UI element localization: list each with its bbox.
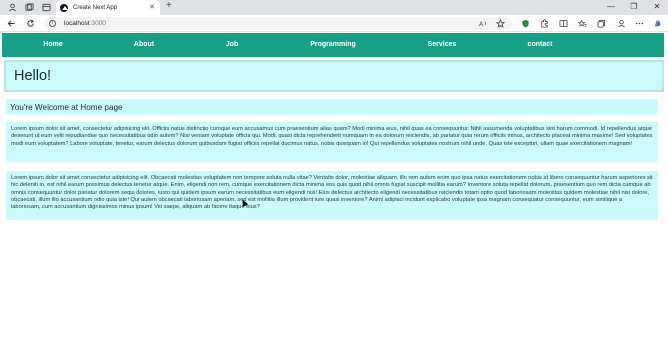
favorites-bar-icon[interactable] (577, 18, 588, 29)
copilot-icon[interactable] (652, 18, 663, 29)
paragraph-1: Lorem ipsum dolor sit amet, consectetur … (11, 126, 653, 147)
workspaces-icon[interactable] (24, 2, 35, 13)
url-field[interactable]: i localhost:3000 (44, 17, 512, 30)
back-arrow-icon[interactable] (6, 18, 17, 29)
refresh-icon[interactable] (25, 18, 36, 29)
extensions-icon[interactable] (539, 18, 550, 29)
tab-close-icon[interactable]: ✕ (149, 4, 155, 11)
more-options-icon[interactable] (634, 18, 645, 29)
tab-actions-icon[interactable] (41, 2, 52, 13)
browser-tab[interactable]: Create Next App ✕ (56, 0, 160, 15)
split-screen-icon[interactable] (558, 18, 569, 29)
tab-title: Create Next App (73, 4, 118, 11)
nav-link-services[interactable]: Services (428, 33, 457, 57)
window-close-button[interactable]: ✕ (650, 1, 664, 13)
url-host: localhost (64, 20, 90, 27)
page-viewport: Home About Job Programming Services cont… (0, 33, 668, 360)
nav-link-programming[interactable]: Programming (310, 33, 356, 57)
extension-shield-icon[interactable] (520, 18, 531, 29)
favorite-star-icon[interactable] (495, 18, 506, 29)
svg-text:A: A (479, 21, 484, 28)
address-bar-row: i localhost:3000 A (0, 15, 668, 32)
url-port: :3000 (89, 20, 106, 27)
new-tab-button[interactable]: + (166, 1, 172, 11)
nav-link-job[interactable]: Job (226, 33, 238, 57)
site-info-icon[interactable]: i (49, 20, 56, 27)
collections-icon[interactable] (596, 18, 607, 29)
site-navbar: Home About Job Programming Services cont… (2, 33, 664, 57)
window-minimize-button[interactable]: — (604, 1, 618, 13)
nav-link-contact[interactable]: contact (528, 33, 553, 57)
url-text: localhost:3000 (64, 20, 106, 27)
nav-link-home[interactable]: Home (43, 33, 62, 57)
nextjs-favicon-icon (60, 3, 68, 12)
page-title: Hello! (14, 68, 52, 84)
paragraph-2: Lorem ipsum dolor sit amet consectetur a… (11, 175, 653, 211)
welcome-heading: You're Welcome at Home page (10, 102, 123, 112)
hero-banner: Hello! (4, 60, 664, 92)
window-maximize-button[interactable]: ❐ (627, 1, 641, 13)
profile-icon[interactable] (7, 2, 18, 13)
read-aloud-icon[interactable]: A (478, 18, 489, 29)
profile-avatar-icon[interactable] (616, 18, 627, 29)
content-block-2: Lorem ipsum dolor sit amet consectetur a… (6, 171, 658, 220)
content-block-1: Lorem ipsum dolor sit amet, consectetur … (6, 122, 658, 162)
nav-link-about[interactable]: About (134, 33, 154, 57)
browser-tab-strip: Create Next App ✕ + — ❐ ✕ (0, 0, 668, 15)
welcome-banner: You're Welcome at Home page (6, 99, 658, 115)
